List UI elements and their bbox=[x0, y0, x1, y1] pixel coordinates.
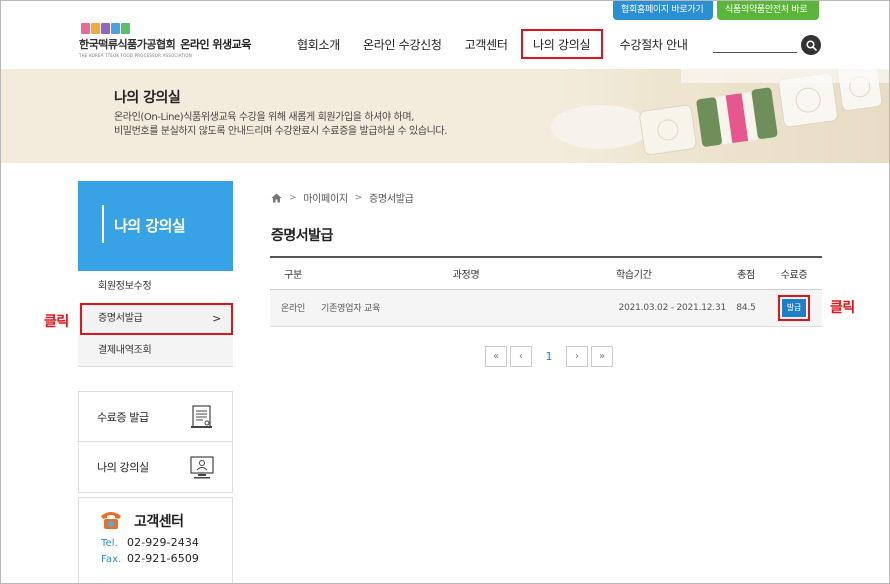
search-box bbox=[713, 35, 821, 55]
sidebar-title: 나의 강의실 bbox=[114, 217, 186, 235]
col-score: 총점 bbox=[726, 256, 766, 290]
cell-course: 기존영업자 교육 bbox=[316, 289, 616, 327]
quick-links: 협회홈페이지 바로가기 > 식품의약품안전처 바로가기 > bbox=[613, 1, 819, 34]
certificate-icon bbox=[191, 405, 212, 428]
search-icon bbox=[805, 39, 817, 51]
nav-my-classroom[interactable]: 나의 강의실 bbox=[520, 29, 603, 59]
search-button[interactable] bbox=[801, 35, 821, 55]
sidebar-item-certificate[interactable]: 증명서발급 > bbox=[80, 303, 233, 335]
page-title: 증명서발급 bbox=[271, 228, 333, 244]
callout-left: 클릭 bbox=[44, 314, 69, 330]
cell-type: 온라인 bbox=[270, 289, 316, 327]
main-nav: 협회소개 온라인 수강신청 고객센터 나의 강의실 수강절차 안내 bbox=[291, 29, 705, 59]
shortcut-certificate[interactable]: 수료증 발급 bbox=[79, 392, 232, 442]
breadcrumb-current: 증명서발급 bbox=[369, 194, 414, 205]
col-course: 과정명 bbox=[316, 256, 616, 290]
banner-title: 나의 강의실 bbox=[114, 90, 181, 106]
page-number-current[interactable]: 1 bbox=[538, 346, 560, 367]
telephone-icon bbox=[101, 512, 121, 529]
cell-score: 84.5 bbox=[726, 289, 766, 327]
certificate-table: 구분 과정명 학습기간 총점 수료증 온라인 기존영업자 교육 2021.03.… bbox=[270, 256, 822, 327]
cell-action: 발급 bbox=[766, 289, 822, 327]
breadcrumb: > 마이페이지 > 증명서발급 bbox=[271, 190, 414, 205]
fax-key: Fax. bbox=[101, 554, 122, 565]
sidebar-item-edit-profile[interactable]: 회원정보수정 bbox=[78, 271, 233, 303]
nav-enroll-guide[interactable]: 수강절차 안내 bbox=[614, 29, 694, 59]
col-period: 학습기간 bbox=[616, 256, 726, 290]
issue-certificate-button[interactable]: 발급 bbox=[782, 298, 806, 317]
search-input[interactable] bbox=[713, 37, 797, 53]
breadcrumb-separator: > bbox=[354, 192, 363, 203]
customer-fax: Fax. 02-921-6509 bbox=[101, 552, 199, 565]
chevron-right-icon: > bbox=[212, 312, 221, 325]
customer-center-box: 고객센터 Tel. 02-929-2434 Fax. 02-921-6509 bbox=[78, 497, 233, 583]
sidebar-item-label: 증명서발급 bbox=[98, 313, 143, 324]
banner-desc-line: 온라인(On-Line)식품위생교육 수강을 위해 새롭게 회원가입을 하셔야 … bbox=[114, 112, 414, 123]
nav-customer-center[interactable]: 고객센터 bbox=[459, 29, 514, 59]
sidebar-menu: 회원정보수정 증명서발급 > 결제내역조회 bbox=[78, 271, 233, 367]
fax-number: 02-921-6509 bbox=[127, 552, 200, 565]
mfds-link[interactable]: 식품의약품안전처 바로가기 > bbox=[717, 1, 819, 34]
breadcrumb-separator: > bbox=[289, 192, 297, 203]
rice-cake-image bbox=[531, 69, 889, 163]
callout-right: 클릭 bbox=[830, 300, 855, 316]
pagination: « ‹ 1 › » bbox=[485, 346, 616, 367]
table-header-row: 구분 과정명 학습기간 총점 수료증 bbox=[270, 256, 822, 290]
logo-english: THE KOREA TTEOK FOOD PROCESSOR ASSOCIATI… bbox=[79, 53, 192, 58]
page-frame: 협회홈페이지 바로가기 > 식품의약품안전처 바로가기 > 한국떡류식품가공협회… bbox=[0, 0, 890, 584]
banner-description: 온라인(On-Line)식품위생교육 수강을 위해 새롭게 회원가입을 하셔야 … bbox=[114, 111, 447, 139]
customer-center-title: 고객센터 bbox=[134, 514, 184, 530]
site-logo[interactable]: 한국떡류식품가공협회 온라인 위생교육 THE KOREA TTEOK FOOD… bbox=[79, 23, 259, 58]
home-icon[interactable] bbox=[271, 193, 282, 203]
issue-highlight: 발급 bbox=[778, 294, 810, 321]
sidebar-header-bar bbox=[102, 205, 104, 243]
shortcut-label: 나의 강의실 bbox=[97, 461, 149, 474]
page-banner: 나의 강의실 온라인(On-Line)식품위생교육 수강을 위해 새롭게 회원가… bbox=[1, 69, 889, 163]
breadcrumb-mypage[interactable]: 마이페이지 bbox=[303, 190, 348, 205]
prev-page-button[interactable]: ‹ bbox=[510, 346, 532, 367]
col-certificate: 수료증 bbox=[766, 256, 822, 290]
next-page-button[interactable]: › bbox=[566, 346, 588, 367]
tel-key: Tel. bbox=[101, 538, 118, 549]
sidebar-item-payment-history[interactable]: 결제내역조회 bbox=[78, 335, 233, 367]
last-page-button[interactable]: » bbox=[591, 346, 613, 367]
col-type: 구분 bbox=[270, 256, 316, 290]
table-row: 온라인 기존영업자 교육 2021.03.02 - 2021.12.31 84.… bbox=[270, 289, 822, 327]
banner-desc-line: 비밀번호를 분실하지 않도록 안내드리며 수강완료시 수료증을 발급하실 수 있… bbox=[114, 126, 448, 137]
shortcut-my-classroom[interactable]: 나의 강의실 bbox=[79, 442, 232, 492]
logo-name: 한국떡류식품가공협회 bbox=[79, 38, 176, 51]
sidebar-shortcuts: 수료증 발급 나의 강의실 bbox=[78, 391, 233, 493]
logo-mark-icon bbox=[81, 23, 259, 34]
nav-about[interactable]: 협회소개 bbox=[291, 29, 346, 59]
monitor-user-icon bbox=[190, 456, 214, 479]
shortcut-label: 수료증 발급 bbox=[97, 411, 149, 424]
first-page-button[interactable]: « bbox=[485, 346, 507, 367]
logo-service-name: 온라인 위생교육 bbox=[180, 38, 251, 51]
association-homepage-link[interactable]: 협회홈페이지 바로가기 > bbox=[613, 1, 713, 34]
tel-number: 02-929-2434 bbox=[127, 536, 200, 549]
customer-tel: Tel. 02-929-2434 bbox=[101, 536, 199, 549]
nav-online-enroll[interactable]: 온라인 수강신청 bbox=[357, 29, 448, 59]
cell-period: 2021.03.02 - 2021.12.31 bbox=[616, 289, 726, 327]
sidebar-header: 나의 강의실 bbox=[78, 181, 233, 271]
